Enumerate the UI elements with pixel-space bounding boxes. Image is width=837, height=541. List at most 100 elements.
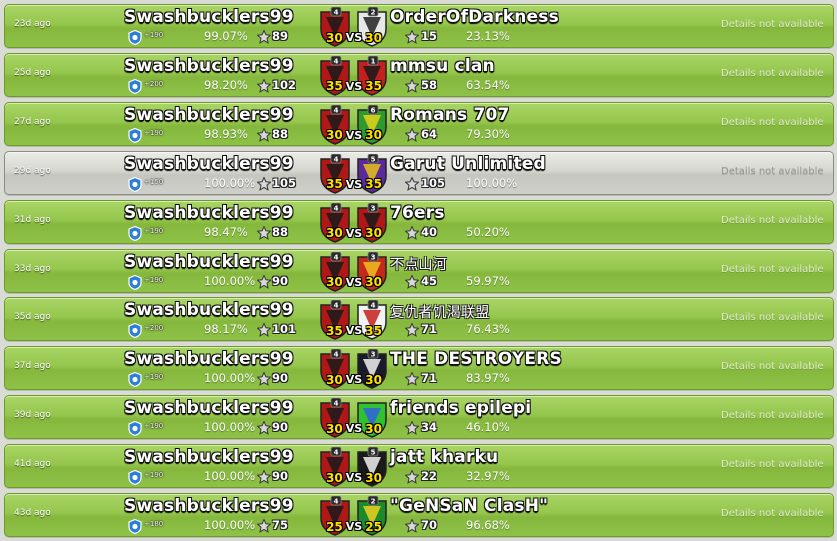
vs-label: VS <box>345 79 363 93</box>
our-clan-name: Swashbucklers99 <box>124 447 294 468</box>
our-destruction-percent: 99.07% <box>204 29 248 43</box>
war-row[interactable]: 41d ago Swashbucklers99 +190 100.00% 90 4 5 30 V… <box>4 444 834 489</box>
our-destruction-percent: 100.00% <box>204 518 256 532</box>
opponent-war-size: 30 <box>365 372 382 387</box>
star-icon <box>256 273 272 289</box>
opponent-war-size: 35 <box>365 177 382 192</box>
war-row[interactable]: 29d ago Swashbucklers99 +150 100.00% 105 4 5 35… <box>4 150 834 195</box>
star-icon <box>256 224 272 240</box>
opponent-war-size: 30 <box>365 30 382 45</box>
details-not-available: Details not available <box>721 459 824 471</box>
details-not-available: Details not available <box>721 116 824 128</box>
war-time-ago: 37d ago <box>14 361 51 372</box>
war-size-vs: 30 VS 30 <box>321 275 387 290</box>
svg-text:6: 6 <box>371 106 376 114</box>
details-not-available: Details not available <box>721 410 824 422</box>
opponent-war-size: 25 <box>365 519 382 534</box>
war-row[interactable]: 43d ago Swashbucklers99 +180 100.00% 75 4 2 25 V… <box>4 493 834 537</box>
svg-text:4: 4 <box>371 302 376 310</box>
svg-text:4: 4 <box>334 57 339 65</box>
star-icon <box>404 371 420 387</box>
our-clan-name: Swashbucklers99 <box>124 104 294 125</box>
opponent-destruction-percent: 59.97% <box>466 273 510 288</box>
trophy-gain: +200 <box>144 324 164 333</box>
war-row[interactable]: 23d ago Swashbucklers99 +190 99.07% 89 4 2 30 VS… <box>4 4 834 48</box>
opponent-stars: 71 <box>421 322 438 337</box>
war-size-vs: 35 VS 35 <box>321 79 387 94</box>
opponent-clan-name: 76ers <box>390 202 445 223</box>
trophy-gain: +190 <box>144 226 164 235</box>
war-size-vs: 30 VS 30 <box>321 421 387 436</box>
svg-text:5: 5 <box>371 449 376 457</box>
svg-text:4: 4 <box>334 498 339 506</box>
star-icon <box>404 176 420 191</box>
war-row[interactable]: 31d ago Swashbucklers99 +190 98.47% 88 4 3 30 VS… <box>4 199 834 244</box>
our-war-size: 30 <box>326 128 343 143</box>
svg-text:3: 3 <box>371 204 376 212</box>
our-clan-name: Swashbucklers99 <box>124 251 294 272</box>
svg-text:4: 4 <box>334 449 339 457</box>
our-destruction-percent: 98.93% <box>204 126 248 141</box>
war-row[interactable]: 35d ago Swashbucklers99 +200 98.17% 101 4 4 35 V… <box>4 297 834 342</box>
star-icon <box>256 371 272 387</box>
trophy-shield-icon <box>128 323 142 339</box>
our-stars: 88 <box>272 126 289 141</box>
opponent-destruction-percent: 46.10% <box>466 420 510 435</box>
opponent-destruction-percent: 83.97% <box>466 371 510 386</box>
war-row[interactable]: 39d ago Swashbucklers99 +190 100.00% 90 4 30 VS… <box>4 395 834 440</box>
our-destruction-percent: 100.00% <box>204 175 256 190</box>
our-destruction-percent: 98.17% <box>204 322 248 337</box>
our-clan-name: Swashbucklers99 <box>124 300 294 321</box>
vs-label: VS <box>345 275 363 289</box>
star-icon <box>256 518 272 533</box>
war-size-vs: 30 VS 30 <box>321 226 387 241</box>
our-clan-name: Swashbucklers99 <box>124 153 294 174</box>
vs-label: VS <box>345 520 363 533</box>
star-icon <box>256 322 272 338</box>
trophy-gain: +200 <box>144 79 164 88</box>
vs-label: VS <box>345 177 363 191</box>
svg-text:2: 2 <box>371 498 376 506</box>
trophy-gain: +190 <box>144 275 164 284</box>
star-icon <box>256 78 272 93</box>
svg-text:4: 4 <box>334 351 339 359</box>
opponent-clan-name: "GeNSaN ClasH" <box>390 496 549 516</box>
our-war-size: 30 <box>326 421 343 436</box>
our-stars: 105 <box>272 175 297 190</box>
our-war-size: 25 <box>326 519 343 534</box>
svg-text:4: 4 <box>334 400 339 408</box>
svg-text:2: 2 <box>371 9 376 17</box>
opponent-war-size: 35 <box>365 79 382 94</box>
our-stars: 88 <box>272 224 289 239</box>
details-not-available: Details not available <box>721 19 824 30</box>
star-icon <box>256 469 272 484</box>
our-war-size: 35 <box>326 323 343 338</box>
trophy-shield-icon <box>128 372 142 388</box>
details-not-available: Details not available <box>721 214 824 226</box>
war-row[interactable]: 27d ago Swashbucklers99 +190 98.93% 88 4 6 30 VS… <box>4 101 834 146</box>
opponent-destruction-percent: 96.68% <box>466 518 510 532</box>
our-stars: 90 <box>272 273 289 288</box>
details-not-available: Details not available <box>721 508 824 519</box>
vs-label: VS <box>345 226 363 240</box>
trophy-shield-icon <box>128 29 142 46</box>
war-row[interactable]: 33d ago Swashbucklers99 +190 100.00% 90 4 3 30 V… <box>4 248 834 293</box>
our-stars: 90 <box>272 420 289 435</box>
our-stars: 90 <box>272 469 289 484</box>
opponent-destruction-percent: 50.20% <box>466 224 510 239</box>
svg-text:3: 3 <box>371 351 376 359</box>
opponent-war-size: 35 <box>365 323 382 338</box>
war-row[interactable]: 25d ago Swashbucklers99 +200 98.20% 102 4 1 35 V… <box>4 52 834 97</box>
war-time-ago: 35d ago <box>14 312 51 323</box>
opponent-clan-name: THE DESTROYERS <box>390 349 562 370</box>
trophy-shield-icon <box>128 274 142 290</box>
our-stars: 90 <box>272 371 289 386</box>
star-icon <box>404 29 420 44</box>
our-war-size: 30 <box>326 372 343 387</box>
our-war-size: 30 <box>326 275 343 289</box>
opponent-clan-name: OrderOfDarkness <box>390 7 559 27</box>
opponent-destruction-percent: 63.54% <box>466 77 510 92</box>
our-war-size: 35 <box>326 79 343 94</box>
war-row[interactable]: 37d ago Swashbucklers99 +190 100.00% 90 4 3 30 V… <box>4 346 834 391</box>
star-icon <box>404 469 420 484</box>
